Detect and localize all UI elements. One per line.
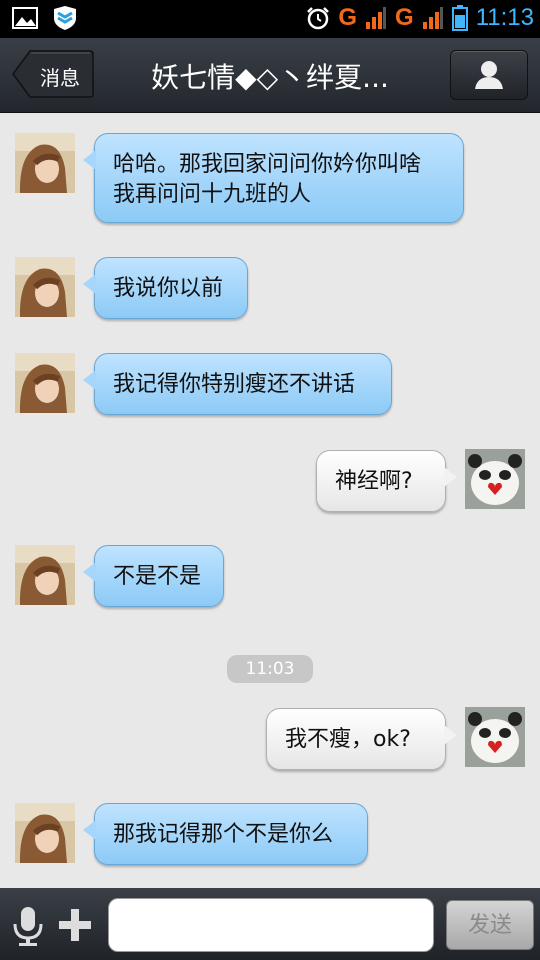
network-type-1: G [338, 4, 358, 31]
status-bar: G G 11:13 [0, 0, 540, 38]
network-type-2: G [395, 4, 414, 31]
message-bubble[interactable]: 我不瘦，ok? [266, 708, 457, 770]
back-button[interactable]: 消息 [12, 50, 94, 98]
shield-icon [54, 6, 76, 30]
avatar[interactable] [15, 133, 75, 193]
avatar[interactable] [465, 707, 525, 767]
message-bubble[interactable]: 我说你以前 [83, 257, 248, 319]
message-text: 我再问问十九班的人 [113, 182, 312, 207]
message-text: 我说你以前 [113, 276, 224, 301]
signal-icon [366, 7, 387, 29]
profile-icon [475, 61, 503, 89]
avatar[interactable] [15, 545, 75, 605]
plus-icon[interactable] [58, 908, 92, 942]
avatar[interactable] [15, 353, 75, 413]
alarm-icon [307, 7, 330, 30]
message-bubble[interactable]: 神经啊? [316, 450, 457, 512]
send-button[interactable]: 发送 [446, 900, 534, 950]
profile-button[interactable] [450, 50, 528, 100]
message-text: 我记得你特别瘦还不讲话 [113, 372, 356, 397]
chat-header: 消息 妖七情◆◇丶绊夏... [0, 38, 540, 113]
page-title: 妖七情◆◇丶绊夏... [151, 61, 389, 94]
message-input[interactable] [108, 898, 434, 952]
signal-icon-2 [422, 7, 443, 29]
message-text: 神经啊? [335, 469, 413, 494]
avatar[interactable] [15, 257, 75, 317]
message-bubble[interactable]: 那我记得那个不是你么 [83, 803, 368, 865]
battery-icon [451, 5, 468, 31]
message-text: 那我记得那个不是你么 [113, 822, 334, 847]
message-bubble[interactable]: 不是不是 [83, 545, 224, 607]
message-text: 哈哈。那我回家问问你妗你叫啥 [113, 152, 422, 177]
avatar[interactable] [15, 803, 75, 863]
message-text: 不是不是 [113, 564, 202, 589]
timestamp-badge: 11:03 [227, 655, 313, 683]
message-bubble[interactable]: 我记得你特别瘦还不讲话 [83, 353, 392, 415]
clock: 11:13 [475, 4, 534, 31]
message-bubble[interactable]: 哈哈。那我回家问问你妗你叫啥 我再问问十九班的人 [83, 133, 464, 223]
composer-bar: 发送 [0, 888, 540, 960]
avatar[interactable] [465, 449, 525, 509]
gallery-icon [12, 7, 38, 29]
message-text: 我不瘦，ok? [285, 727, 411, 752]
microphone-icon[interactable] [12, 906, 44, 946]
back-label: 消息 [40, 66, 80, 90]
